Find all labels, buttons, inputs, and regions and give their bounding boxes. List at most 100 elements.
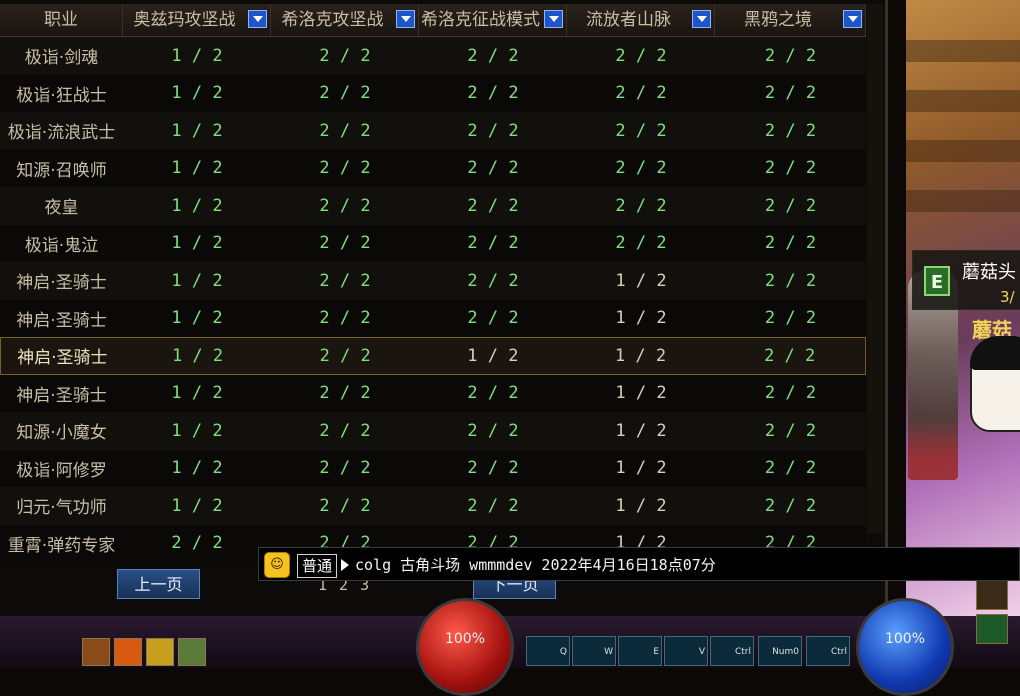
progress-cell: 2 / 2 — [319, 233, 371, 254]
npc-counter: 3/ — [1000, 288, 1015, 306]
header-class: 职业 — [0, 4, 123, 36]
progress-cell: 2 / 2 — [467, 420, 519, 441]
dropdown-arrow-icon[interactable] — [544, 10, 563, 28]
progress-cell: 1 / 2 — [467, 345, 519, 366]
progress-cell: 2 / 2 — [467, 495, 519, 516]
progress-cell: 2 / 2 — [764, 308, 817, 329]
progress-cell: 2 / 2 — [467, 45, 519, 66]
quest-e-icon: E — [924, 266, 950, 296]
stair — [906, 140, 1020, 162]
class-name: 神启·圣骑士 — [16, 273, 107, 294]
header-col-3[interactable]: 希洛克征战模式 — [419, 4, 567, 36]
progress-cell: 1 / 2 — [171, 458, 223, 479]
table-row[interactable]: 极诣·阿修罗 1 / 2 2 / 2 2 / 2 1 / 2 2 / 2 — [0, 449, 866, 487]
table-row[interactable]: 知源·召唤师 1 / 2 2 / 2 2 / 2 2 / 2 2 / 2 — [0, 149, 866, 187]
progress-cell: 2 / 2 — [467, 233, 519, 254]
table-body: 极诣·剑魂 1 / 2 2 / 2 2 / 2 2 / 2 2 / 2 极诣·狂战士 1 / … — [0, 37, 866, 562]
skill-slot-ctrl-2[interactable]: Ctrl — [806, 636, 850, 666]
table-row[interactable]: 神启·圣骑士 1 / 2 2 / 2 2 / 2 1 / 2 2 / 2 — [0, 299, 866, 337]
progress-cell: 2 / 2 — [615, 195, 667, 216]
progress-cell: 1 / 2 — [171, 45, 223, 66]
dropdown-arrow-icon[interactable] — [248, 10, 267, 28]
progress-cell: 2 / 2 — [319, 458, 371, 479]
hp-orb: 100% — [416, 598, 514, 696]
game-scene: E 蘑菇头 3/ 蘑菇 — [906, 0, 1020, 616]
table-row[interactable]: 神启·圣骑士 1 / 2 2 / 2 2 / 2 1 / 2 2 / 2 — [0, 374, 866, 412]
progress-cell: 2 / 2 — [319, 45, 371, 66]
class-name: 夜皇 — [44, 198, 79, 219]
class-name: 重霄·弹药专家 — [7, 535, 116, 556]
buff-icon[interactable] — [178, 638, 206, 666]
prev-page-button[interactable]: 上一页 — [117, 569, 200, 599]
emoji-icon[interactable]: ☺ — [264, 552, 290, 578]
progress-cell: 1 / 2 — [615, 420, 667, 441]
class-name: 极诣·流浪武士 — [7, 123, 116, 144]
table-row[interactable]: 极诣·狂战士 1 / 2 2 / 2 2 / 2 2 / 2 2 / 2 — [0, 74, 866, 112]
chat-channel-badge[interactable]: 普通 — [297, 554, 338, 578]
skill-slot-ctrl[interactable]: Ctrl — [710, 636, 754, 666]
progress-cell: 2 / 2 — [764, 158, 817, 179]
progress-cell: 2 / 2 — [764, 83, 817, 104]
progress-cell: 1 / 2 — [171, 383, 223, 404]
class-name: 极诣·鬼泣 — [24, 235, 99, 256]
class-name: 极诣·阿修罗 — [16, 460, 107, 481]
progress-cell: 2 / 2 — [764, 120, 817, 141]
skill-slot-num0[interactable]: Num0 — [758, 636, 802, 666]
skill-slot-e[interactable]: E — [618, 636, 662, 666]
skill-slot-q[interactable]: Q — [526, 636, 570, 666]
progress-cell: 2 / 2 — [764, 233, 817, 254]
progress-cell: 2 / 2 — [764, 345, 816, 366]
class-name: 神启·圣骑士 — [17, 348, 108, 369]
skill-slot-v[interactable]: V — [664, 636, 708, 666]
progress-cell: 1 / 2 — [171, 233, 223, 254]
class-name: 神启·圣骑士 — [16, 310, 107, 331]
progress-cell: 1 / 2 — [171, 83, 223, 104]
header-col-4[interactable]: 流放者山脉 — [567, 4, 715, 36]
buff-icon[interactable] — [146, 638, 174, 666]
progress-cell: 1 / 2 — [171, 270, 223, 291]
chat-line: ☺ 普通 colg 古角斗场 wmmmdev 2022年4月16日18点07分 — [258, 547, 1020, 581]
progress-cell: 2 / 2 — [467, 458, 519, 479]
dropdown-arrow-icon[interactable] — [843, 10, 862, 28]
table-row[interactable]: 极诣·流浪武士 1 / 2 2 / 2 2 / 2 2 / 2 2 / 2 — [0, 112, 866, 150]
progress-cell: 2 / 2 — [467, 83, 519, 104]
progress-cell: 2 / 2 — [319, 308, 371, 329]
dropdown-arrow-icon[interactable] — [396, 10, 415, 28]
progress-cell: 2 / 2 — [319, 420, 371, 441]
stair — [906, 90, 1020, 112]
class-name: 归元·气功师 — [16, 498, 107, 519]
progress-cell: 2 / 2 — [467, 383, 519, 404]
progress-cell: 2 / 2 — [319, 495, 371, 516]
header-col-5[interactable]: 黑鸦之境 — [715, 4, 866, 36]
progress-cell: 2 / 2 — [764, 383, 817, 404]
progress-cell: 1 / 2 — [615, 458, 667, 479]
progress-cell: 2 / 2 — [764, 270, 817, 291]
progress-cell: 2 / 2 — [319, 158, 371, 179]
class-name: 知源·召唤师 — [16, 160, 107, 181]
table-row[interactable]: 极诣·剑魂 1 / 2 2 / 2 2 / 2 2 / 2 2 / 2 — [0, 37, 866, 75]
header-col-1[interactable]: 奥兹玛攻坚战 — [123, 4, 271, 36]
scrollbar[interactable] — [867, 4, 883, 534]
buff-icon[interactable] — [114, 638, 142, 666]
table-row[interactable]: 夜皇 1 / 2 2 / 2 2 / 2 2 / 2 2 / 2 — [0, 187, 866, 225]
table-row[interactable]: 归元·气功师 1 / 2 2 / 2 2 / 2 1 / 2 2 / 2 — [0, 487, 866, 525]
progress-cell: 2 / 2 — [467, 270, 519, 291]
table-row[interactable]: 神启·圣骑士 1 / 2 2 / 2 1 / 2 1 / 2 2 / 2 — [0, 337, 866, 375]
progress-cell: 1 / 2 — [171, 158, 223, 179]
progress-cell: 2 / 2 — [319, 270, 371, 291]
skill-slot-w[interactable]: W — [572, 636, 616, 666]
table-row[interactable]: 知源·小魔女 1 / 2 2 / 2 2 / 2 1 / 2 2 / 2 — [0, 412, 866, 450]
menu-icon[interactable] — [976, 580, 1008, 610]
calendar-icon[interactable] — [976, 614, 1008, 644]
header-col-2[interactable]: 希洛克攻坚战 — [271, 4, 419, 36]
progress-cell: 2 / 2 — [171, 533, 223, 554]
table-row[interactable]: 神启·圣骑士 1 / 2 2 / 2 2 / 2 1 / 2 2 / 2 — [0, 262, 866, 300]
channel-arrow-icon — [341, 559, 349, 571]
dropdown-arrow-icon[interactable] — [692, 10, 711, 28]
table-row[interactable]: 极诣·鬼泣 1 / 2 2 / 2 2 / 2 2 / 2 2 / 2 — [0, 224, 866, 262]
progress-cell: 2 / 2 — [467, 158, 519, 179]
progress-cell: 2 / 2 — [467, 308, 519, 329]
progress-cell: 1 / 2 — [614, 345, 667, 366]
buff-icon[interactable] — [82, 638, 110, 666]
progress-cell: 2 / 2 — [319, 83, 371, 104]
